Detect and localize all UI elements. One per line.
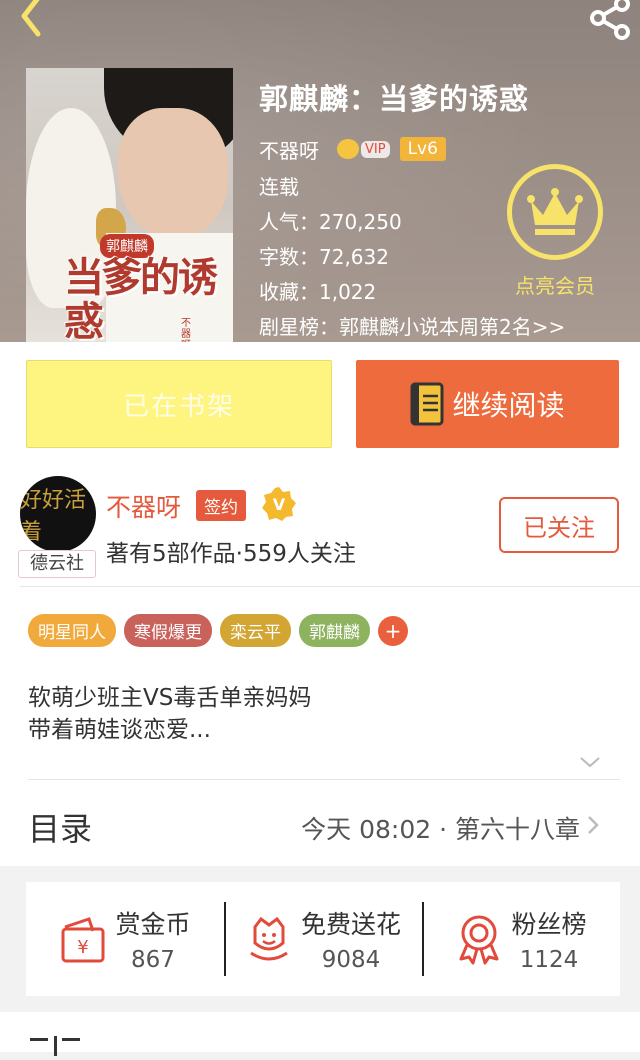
send-flower-button[interactable]: 免费送花 9084 [224, 882, 422, 996]
chevron-left-icon [21, 0, 41, 37]
verified-icon: V [262, 487, 296, 521]
cover-title: 当爹的诱惑 [64, 254, 218, 343]
back-button[interactable] [14, 0, 54, 40]
next-section-partial [0, 1012, 640, 1056]
member-label: 点亮会员 [515, 274, 595, 298]
book-header: 郭麒麟 当爹的诱惑 不器呀 郭麒麟：当爹的诱惑 不器呀 VIP Lv6 连载 人… [0, 0, 640, 342]
chevron-down-icon[interactable] [578, 754, 602, 770]
ranking-link[interactable]: 剧星榜：郭麒麟小说本周第2名>> [259, 314, 565, 340]
cover-subtitle: 不器呀 [181, 318, 191, 342]
book-title: 郭麒麟：当爹的诱惑 [259, 82, 530, 116]
reward-coin-button[interactable]: ¥ 赏金币 867 [26, 882, 224, 996]
svg-text:¥: ¥ [78, 937, 89, 958]
stat-text: 赏金币 867 [115, 905, 190, 973]
stats-bar: ¥ 赏金币 867 免费送花 9084 粉丝榜 1124 [26, 882, 620, 996]
tag-item[interactable]: 栾云平 [220, 614, 291, 647]
stat-value: 1124 [519, 947, 579, 973]
tags-section: 明星同人 寒假爆更 栾云平 郭麒麟 + 软萌少班主VS毒舌单亲妈妈 带着萌娃谈恋… [0, 588, 640, 780]
avatar-tag: 德云社 [18, 550, 96, 578]
flower-icon [250, 916, 288, 961]
catalog-label: 目录 [28, 810, 93, 848]
continue-reading-button[interactable]: 继续阅读 [356, 360, 619, 448]
continue-reading-label: 继续阅读 [452, 389, 565, 422]
crown-icon [527, 188, 583, 235]
book-description: 软萌少班主VS毒舌单亲妈妈 带着萌娃谈恋爱... [28, 682, 311, 746]
chevron-right-icon [588, 816, 599, 834]
vip-crown-icon [337, 139, 359, 159]
svg-text:V: V [273, 495, 286, 514]
stats-section: ¥ 赏金币 867 免费送花 9084 粉丝榜 1124 [0, 866, 640, 1056]
book-cover[interactable]: 郭麒麟 当爹的诱惑 不器呀 [26, 68, 233, 342]
stat-text: 免费送花 9084 [301, 905, 401, 973]
tag-list: 明星同人 寒假爆更 栾云平 郭麒麟 + [28, 614, 408, 647]
catalog-row[interactable]: 目录 今天 08:02 · 第六十八章 [0, 780, 640, 866]
member-circle [507, 164, 603, 260]
stat-value: 867 [131, 947, 175, 973]
level-badge: Lv6 [399, 137, 446, 161]
tag-item[interactable]: 郭麒麟 [299, 614, 370, 647]
author-name[interactable]: 不器呀 [106, 488, 181, 524]
member-button[interactable]: 点亮会员 [500, 164, 610, 299]
stat-value: 9084 [321, 947, 381, 973]
vip-badge: VIP [337, 139, 390, 159]
author-meta: 著有5部作品·559人关注 [106, 541, 356, 567]
book-icon [410, 382, 444, 426]
follow-button[interactable]: 已关注 [499, 497, 619, 553]
vip-label: VIP [361, 140, 390, 158]
cover-face [118, 108, 228, 238]
tag-item[interactable]: 寒假爆更 [124, 614, 212, 647]
author-row: 不器呀 VIP Lv6 [259, 132, 565, 166]
share-icon [590, 0, 630, 40]
description-line: 软萌少班主VS毒舌单亲妈妈 [28, 685, 312, 711]
author-section: 好好活着 德云社 不器呀 签约 V 著有5部作品·559人关注 已关注 [0, 464, 640, 588]
coin-icon: ¥ [61, 917, 105, 963]
action-bar: 已在书架 继续阅读 [0, 342, 640, 464]
add-tag-button[interactable]: + [378, 615, 408, 646]
stat-label: 免费送花 [300, 910, 401, 939]
fan-ranking-button[interactable]: 粉丝榜 1124 [422, 882, 620, 996]
tag-item[interactable]: 明星同人 [28, 614, 116, 647]
partial-heading-glyphs [30, 1036, 80, 1056]
description-line: 带着萌娃谈恋爱... [28, 717, 211, 743]
author-avatar[interactable]: 好好活着 [20, 476, 96, 552]
stat-label: 粉丝榜 [511, 910, 587, 939]
stat-label: 赏金币 [115, 910, 191, 939]
latest-chapter: 今天 08:02 · 第六十八章 [301, 815, 580, 844]
header-author-name[interactable]: 不器呀 [259, 135, 319, 164]
divider [20, 586, 640, 587]
medal-icon [459, 915, 499, 965]
stat-text: 粉丝榜 1124 [511, 905, 586, 973]
bookshelf-button[interactable]: 已在书架 [26, 360, 332, 448]
share-button[interactable] [586, 0, 634, 40]
signed-badge: 签约 [196, 490, 246, 521]
